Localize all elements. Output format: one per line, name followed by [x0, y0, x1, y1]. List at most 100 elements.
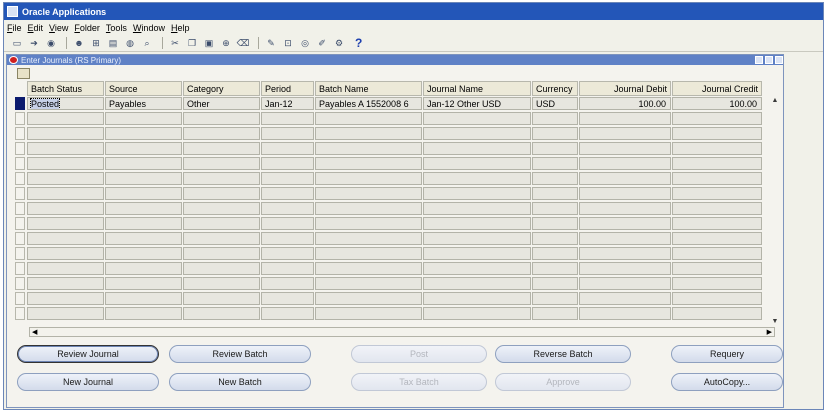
table-cell[interactable]	[27, 307, 104, 320]
table-row[interactable]	[15, 127, 767, 141]
help-icon[interactable]: ?	[355, 36, 369, 50]
table-cell[interactable]	[423, 127, 531, 140]
switch-responsibility-icon[interactable]: ⊞	[89, 37, 103, 49]
table-cell[interactable]	[315, 202, 422, 215]
table-cell[interactable]	[532, 277, 578, 290]
table-cell[interactable]	[105, 247, 182, 260]
table-cell[interactable]	[672, 277, 762, 290]
table-row[interactable]	[15, 202, 767, 216]
table-cell[interactable]	[183, 142, 260, 155]
table-cell[interactable]	[315, 262, 422, 275]
table-cell[interactable]	[423, 202, 531, 215]
table-cell[interactable]	[27, 172, 104, 185]
table-cell[interactable]	[532, 232, 578, 245]
new-record-icon[interactable]: ⊕	[219, 37, 233, 49]
table-cell[interactable]	[315, 187, 422, 200]
table-cell[interactable]	[672, 172, 762, 185]
table-cell[interactable]	[672, 187, 762, 200]
table-cell[interactable]	[261, 247, 314, 260]
col-currency[interactable]: Currency	[532, 81, 578, 96]
app-title-bar[interactable]: Oracle Applications	[4, 3, 823, 20]
table-cell[interactable]	[672, 112, 762, 125]
table-cell[interactable]	[672, 202, 762, 215]
table-cell[interactable]	[315, 232, 422, 245]
copy-icon[interactable]: ❐	[185, 37, 199, 49]
table-cell[interactable]	[423, 157, 531, 170]
autocopy-button[interactable]: AutoCopy...	[671, 373, 783, 391]
find-icon[interactable]: ⌕	[140, 37, 154, 49]
cell-category[interactable]: Other	[183, 97, 260, 110]
menu-folder[interactable]: Folder	[74, 23, 100, 33]
table-cell[interactable]	[579, 217, 671, 230]
table-cell[interactable]	[183, 277, 260, 290]
vertical-scroll-track[interactable]	[770, 105, 780, 316]
table-cell[interactable]	[105, 292, 182, 305]
row-selector[interactable]	[15, 187, 25, 200]
table-cell[interactable]	[27, 127, 104, 140]
row-selector[interactable]	[15, 202, 25, 215]
table-row[interactable]	[15, 262, 767, 276]
col-batch-name[interactable]: Batch Name	[315, 81, 422, 96]
maximize-icon[interactable]	[765, 56, 773, 64]
table-cell[interactable]	[27, 157, 104, 170]
row-selector[interactable]	[15, 157, 25, 170]
menu-edit[interactable]: Edit	[28, 23, 44, 33]
table-cell[interactable]	[315, 157, 422, 170]
table-cell[interactable]	[261, 307, 314, 320]
table-cell[interactable]	[27, 217, 104, 230]
table-row[interactable]	[15, 157, 767, 171]
col-source[interactable]: Source	[105, 81, 182, 96]
row-selector[interactable]	[15, 142, 25, 155]
table-cell[interactable]	[261, 217, 314, 230]
table-cell[interactable]	[105, 127, 182, 140]
table-cell[interactable]	[27, 232, 104, 245]
table-cell[interactable]	[261, 277, 314, 290]
col-category[interactable]: Category	[183, 81, 260, 96]
new-batch-button[interactable]: New Batch	[169, 373, 311, 391]
table-cell[interactable]	[261, 262, 314, 275]
save-icon[interactable]: ◉	[44, 37, 58, 49]
table-cell[interactable]	[672, 217, 762, 230]
table-cell[interactable]	[105, 202, 182, 215]
table-cell[interactable]	[27, 202, 104, 215]
table-cell[interactable]	[27, 142, 104, 155]
cell-batch-name[interactable]: Payables A 1552008 6	[315, 97, 422, 110]
post-button[interactable]: Post	[351, 345, 487, 363]
row-selector[interactable]	[15, 172, 25, 185]
minimize-icon[interactable]	[755, 56, 763, 64]
new-journal-button[interactable]: New Journal	[17, 373, 159, 391]
reverse-batch-button[interactable]: Reverse Batch	[495, 345, 631, 363]
table-cell[interactable]	[532, 187, 578, 200]
table-cell[interactable]	[183, 217, 260, 230]
table-row[interactable]: Posted Payables Other Jan-12 Payables A …	[15, 97, 767, 111]
table-cell[interactable]	[183, 232, 260, 245]
table-cell[interactable]	[183, 112, 260, 125]
table-cell[interactable]	[579, 157, 671, 170]
scroll-up-icon[interactable]: ▲	[770, 95, 780, 105]
table-cell[interactable]	[579, 307, 671, 320]
close-icon[interactable]	[775, 56, 783, 64]
table-cell[interactable]	[27, 247, 104, 260]
menu-window[interactable]: Window	[133, 23, 165, 33]
table-cell[interactable]	[105, 157, 182, 170]
cell-journal-debit[interactable]: 100.00	[579, 97, 671, 110]
table-cell[interactable]	[532, 157, 578, 170]
table-cell[interactable]	[579, 112, 671, 125]
table-cell[interactable]	[672, 142, 762, 155]
review-journal-button[interactable]: Review Journal	[17, 345, 159, 363]
table-cell[interactable]	[261, 142, 314, 155]
table-cell[interactable]	[27, 262, 104, 275]
table-row[interactable]	[15, 292, 767, 306]
row-selector[interactable]	[15, 277, 25, 290]
next-step-icon[interactable]: ☻	[72, 37, 86, 49]
row-selector[interactable]	[15, 307, 25, 320]
requery-button[interactable]: Requery	[671, 345, 783, 363]
table-cell[interactable]	[423, 112, 531, 125]
table-cell[interactable]	[105, 277, 182, 290]
menu-view[interactable]: View	[49, 23, 68, 33]
table-cell[interactable]	[579, 202, 671, 215]
folder-icon[interactable]	[17, 68, 30, 79]
table-cell[interactable]	[261, 292, 314, 305]
table-cell[interactable]	[423, 142, 531, 155]
table-cell[interactable]	[105, 232, 182, 245]
